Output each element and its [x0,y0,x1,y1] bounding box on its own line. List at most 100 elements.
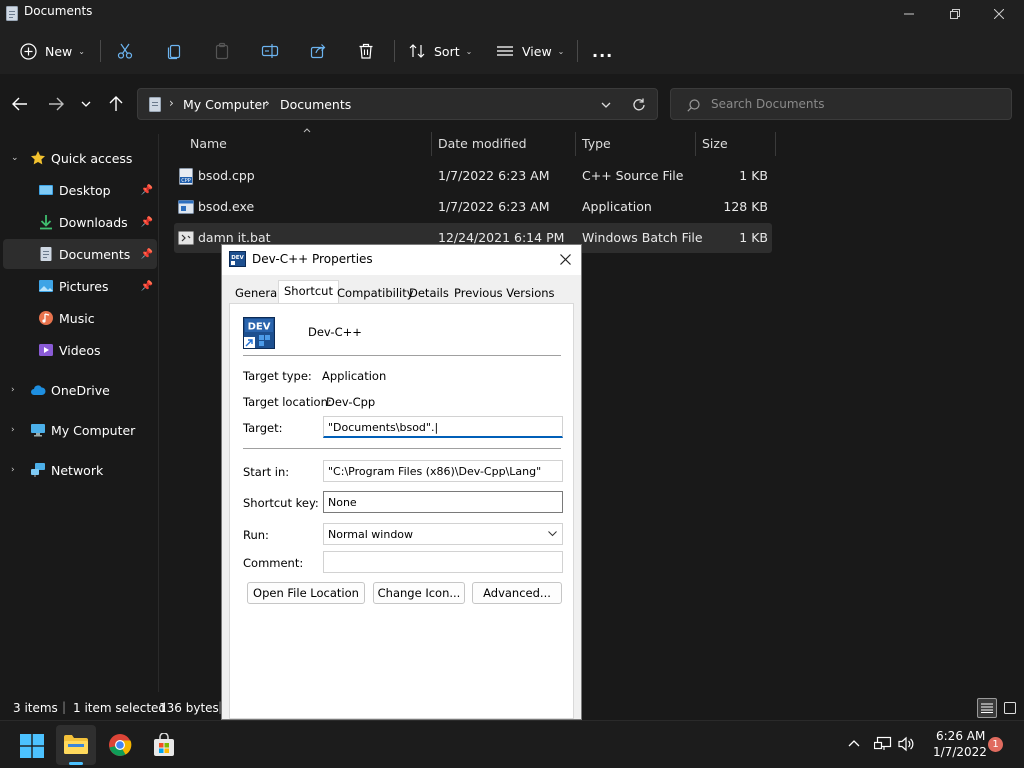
paste-button[interactable] [213,34,231,68]
details-view-icon [981,703,993,713]
run-select[interactable]: Normal window [323,523,563,545]
pin-icon[interactable]: 📌 [141,217,153,228]
sidebar-item-desktop[interactable]: Desktop 📌 [3,175,157,205]
chevron-right-icon[interactable]: › [11,465,15,475]
sidebar-item-videos[interactable]: Videos [3,335,157,365]
show-hidden-icons-chevron-icon[interactable] [848,739,860,747]
navigation-pane: ⌄ Quick access Desktop 📌 Downloads 📌 Doc… [0,134,160,692]
pin-icon[interactable]: 📌 [141,185,153,196]
app-name: Dev-C++ [308,325,362,339]
sidebar-item-label: Desktop [59,182,111,198]
file-row[interactable]: CPP bsod.cpp 1/7/2022 6:23 AM C++ Source… [174,161,772,191]
column-header-date-modified[interactable]: Date modified [438,136,527,151]
tab-details[interactable]: Details [404,283,454,303]
breadcrumb-documents[interactable]: Documents [280,97,351,112]
target-type-label: Target type: [243,369,312,383]
large-icons-view-button[interactable] [1000,698,1020,718]
sidebar-item-pictures[interactable]: Pictures 📌 [3,271,157,301]
plus-circle-icon [20,42,37,60]
minimize-button[interactable] [886,0,932,28]
file-explorer-taskbar-button[interactable] [56,725,96,765]
shortcut-key-input[interactable]: None [323,491,563,513]
start-in-input[interactable]: "C:\Program Files (x86)\Dev-Cpp\Lang" [323,460,563,482]
dialog-close-icon[interactable] [560,254,571,265]
chevron-down-icon: ⌄ [557,46,565,56]
new-button[interactable]: New ⌄ [20,34,85,68]
refresh-icon[interactable] [630,96,648,114]
sidebar-item-my-computer[interactable]: › My Computer [3,415,157,445]
pane-divider[interactable] [158,134,159,692]
chevron-right-icon[interactable]: › [11,425,15,435]
music-icon [38,310,54,326]
column-header-type[interactable]: Type [582,136,611,151]
comment-input[interactable] [323,551,563,573]
tab-shortcut[interactable]: Shortcut [278,280,339,304]
sidebar-item-label: Documents [59,246,131,262]
search-box[interactable]: Search Documents [670,88,1012,120]
back-arrow-icon[interactable] [10,94,30,114]
sidebar-item-music[interactable]: Music [3,303,157,333]
sidebar-item-documents[interactable]: Documents 📌 [3,239,157,269]
forward-arrow-icon[interactable] [46,94,66,114]
chevron-right-icon[interactable]: › [11,385,15,395]
trash-icon [357,42,375,60]
dialog-title-bar[interactable]: DEV Dev-C++ Properties [222,245,581,275]
pin-icon[interactable]: 📌 [141,249,153,260]
more-options-button[interactable]: ... [592,34,613,68]
target-input[interactable]: "Documents\bsod".| [323,416,563,438]
share-icon [309,42,327,60]
breadcrumb-separator: › [169,96,174,110]
store-icon [152,733,176,757]
maximize-button[interactable] [932,0,978,28]
column-divider[interactable] [575,132,576,156]
close-button[interactable] [976,0,1022,28]
network-status-icon[interactable] [874,736,892,752]
copy-button[interactable] [165,34,183,68]
download-icon [38,214,54,230]
open-file-location-button[interactable]: Open File Location [247,582,365,604]
column-header-name[interactable]: Name [190,136,227,151]
recent-locations-chevron-icon[interactable] [78,94,94,114]
file-size: 128 KB [723,199,768,214]
rename-button[interactable] [261,34,279,68]
change-icon-button[interactable]: Change Icon... [373,582,465,604]
breadcrumb-my-computer[interactable]: My Computer [183,97,267,112]
pin-icon[interactable]: 📌 [141,281,153,292]
comment-label: Comment: [243,556,304,570]
sidebar-item-network[interactable]: › Network [3,455,157,485]
chevron-down-icon[interactable]: ⌄ [11,153,19,163]
chrome-taskbar-button[interactable] [108,733,132,757]
sidebar-item-quick-access[interactable]: ⌄ Quick access [3,143,157,173]
chevron-down-icon[interactable] [598,98,614,112]
start-button[interactable] [20,734,44,758]
volume-icon[interactable] [898,736,914,752]
file-size: 1 KB [739,168,768,183]
address-bar[interactable]: › My Computer › Documents [137,88,658,120]
document-icon [38,246,54,262]
sidebar-item-label: Pictures [59,278,109,294]
column-header-size[interactable]: Size [702,136,728,151]
tab-previous-versions[interactable]: Previous Versions [449,283,560,303]
clock-date[interactable]: 1/7/2022 [933,745,987,759]
sort-button[interactable]: Sort ⌄ [408,34,472,68]
column-divider[interactable] [431,132,432,156]
share-button[interactable] [309,34,327,68]
details-view-button[interactable] [977,698,997,718]
column-divider[interactable] [775,132,776,156]
sidebar-item-downloads[interactable]: Downloads 📌 [3,207,157,237]
store-taskbar-button[interactable] [152,733,176,757]
file-row[interactable]: bsod.exe 1/7/2022 6:23 AM Application 12… [174,192,772,222]
view-button[interactable]: View ⌄ [496,34,564,68]
rename-icon [261,42,279,60]
column-divider[interactable] [695,132,696,156]
video-icon [38,342,54,358]
up-arrow-icon[interactable] [106,94,126,114]
status-selection-size: 136 bytes [159,701,219,715]
delete-button[interactable] [357,34,375,68]
sidebar-item-onedrive[interactable]: › OneDrive [3,375,157,405]
advanced-button[interactable]: Advanced... [472,582,562,604]
sidebar-item-label: Videos [59,342,101,358]
clock-time[interactable]: 6:26 AM [936,729,985,743]
notification-badge[interactable]: 1 [988,737,1003,752]
cut-button[interactable] [116,34,134,68]
